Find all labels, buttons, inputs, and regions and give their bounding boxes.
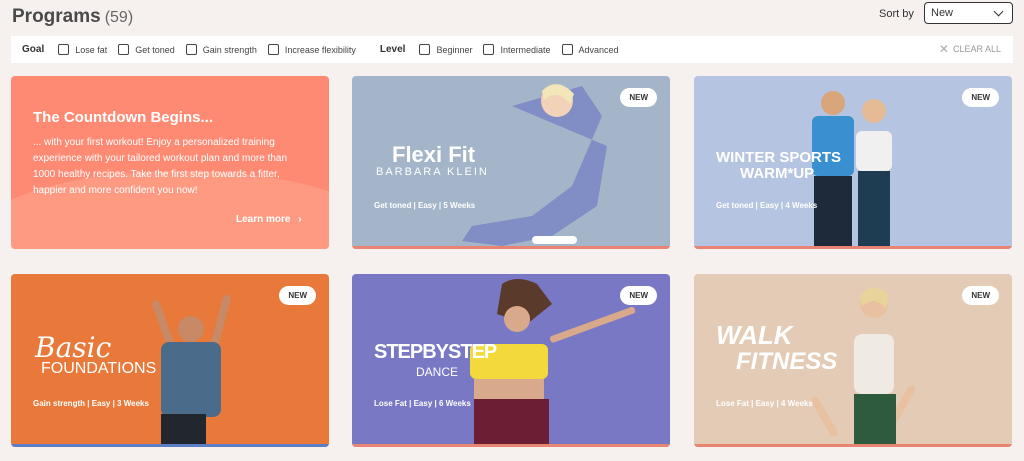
- program-card-basic-foundations[interactable]: Basic FOUNDATIONS NEW Gain strength | Ea…: [11, 274, 329, 447]
- new-badge: NEW: [620, 286, 657, 305]
- close-icon: ✕: [938, 41, 949, 56]
- card-accent-bar: [11, 444, 329, 447]
- promo-title: The Countdown Begins...: [33, 109, 213, 126]
- filter-beginner[interactable]: Beginner: [419, 44, 472, 55]
- clear-all-label: CLEAR ALL: [952, 44, 1001, 54]
- sort-select[interactable]: New: [924, 2, 1013, 24]
- filter-lose-fat[interactable]: Lose fat: [58, 44, 107, 55]
- program-brand-subtitle: WARM*UP: [740, 165, 815, 182]
- filter-label: Get toned: [135, 44, 175, 55]
- filter-get-toned[interactable]: Get toned: [118, 44, 175, 55]
- new-badge: NEW: [962, 286, 999, 305]
- program-brand-title: WALK: [716, 320, 793, 350]
- program-meta: Get toned | Easy | 5 Weeks: [374, 201, 476, 210]
- filter-label: Beginner: [436, 44, 473, 55]
- program-brand-subtitle: BARBARA KLEIN: [376, 166, 489, 178]
- program-card-winter-sports[interactable]: WINTER SPORTS WARM*UP NEW Get toned | Ea…: [694, 76, 1012, 249]
- program-brand-title: Basic: [35, 331, 112, 364]
- filter-increase-flexibility[interactable]: Increase flexibility: [267, 44, 356, 55]
- program-meta: Lose Fat | Easy | 4 Weeks: [716, 399, 813, 408]
- filter-label: Intermediate: [500, 44, 551, 55]
- checkbox[interactable]: [118, 44, 130, 55]
- program-brand-title: STEPBYSTEP: [374, 341, 497, 363]
- page-title: Programs (59): [12, 6, 133, 28]
- sort-select-value: New: [931, 7, 954, 19]
- program-brand-subtitle: FITNESS: [736, 348, 838, 375]
- checkbox[interactable]: [267, 44, 279, 55]
- filter-label: Increase flexibility: [284, 44, 356, 55]
- program-meta: Lose Fat | Easy | 6 Weeks: [374, 399, 471, 408]
- filter-gain-strength[interactable]: Gain strength: [185, 44, 257, 55]
- program-meta: Gain strength | Easy | 3 Weeks: [33, 399, 149, 408]
- program-card-walk-fitness[interactable]: WALK FITNESS NEW Lose Fat | Easy | 4 Wee…: [694, 274, 1012, 447]
- program-brand-title: Flexi Fit: [392, 142, 476, 167]
- chevron-right-icon: ›: [298, 214, 302, 225]
- program-brand-title: WINTER SPORTS: [716, 149, 842, 166]
- page-title-text: Programs: [12, 6, 101, 27]
- filter-advanced[interactable]: Advanced: [561, 44, 619, 55]
- checkbox[interactable]: [185, 44, 197, 55]
- card-accent-bar: [694, 444, 1012, 447]
- goal-label: Goal: [22, 44, 45, 55]
- level-label: Level: [379, 44, 406, 55]
- promo-card[interactable]: The Countdown Begins... ... with your fi…: [11, 76, 329, 249]
- program-meta: Get toned | Easy | 4 Weeks: [716, 201, 818, 210]
- new-badge: NEW: [620, 88, 657, 107]
- checkbox[interactable]: [58, 44, 70, 55]
- filter-label: Gain strength: [202, 44, 257, 55]
- program-card-step-by-step[interactable]: STEPBYSTEP DANCE NEW Lose Fat | Easy | 6…: [352, 274, 670, 447]
- checkbox[interactable]: [483, 44, 495, 55]
- program-brand-subtitle: DANCE: [416, 365, 459, 379]
- filter-label: Lose fat: [75, 44, 108, 55]
- learn-more-link[interactable]: Learn more ›: [236, 214, 302, 225]
- card-accent-bar: [694, 246, 1012, 249]
- program-brand-subtitle: FOUNDATIONS: [41, 360, 157, 377]
- card-accent-bar: [352, 444, 670, 447]
- program-count: (59): [104, 9, 134, 26]
- filter-intermediate[interactable]: Intermediate: [483, 44, 551, 55]
- clear-all-button[interactable]: ✕ CLEAR ALL: [938, 41, 1001, 56]
- filter-bar: Goal Lose fat Get toned Gain strength In…: [11, 36, 1013, 63]
- new-badge: NEW: [279, 286, 316, 305]
- checkbox[interactable]: [419, 44, 431, 55]
- program-card-flexi-fit[interactable]: Flexi Fit BARBARA KLEIN NEW Get toned | …: [352, 76, 670, 249]
- card-accent-bar: [352, 246, 670, 249]
- checkbox[interactable]: [561, 44, 573, 55]
- new-badge: NEW: [962, 88, 999, 107]
- learn-more-label: Learn more: [236, 214, 291, 225]
- filter-label: Advanced: [578, 44, 619, 55]
- sort-by-label: Sort by: [879, 8, 914, 20]
- promo-text: ... with your first workout! Enjoy a per…: [33, 137, 288, 196]
- chevron-down-icon: [993, 6, 1004, 17]
